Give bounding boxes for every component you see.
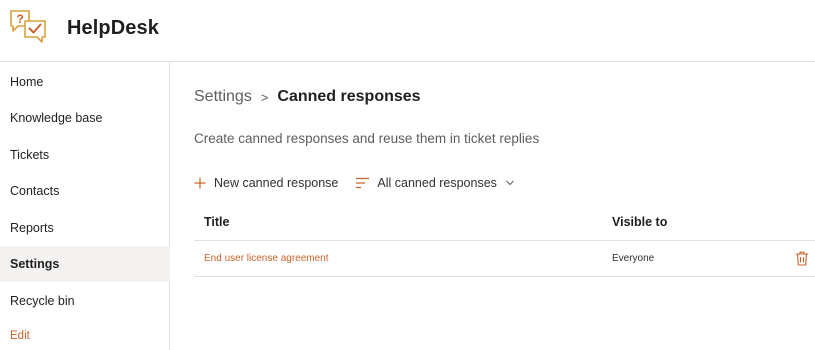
sidebar-item-contacts[interactable]: Contacts — [0, 173, 170, 209]
canned-responses-table: Title Visible to End user license agreem… — [194, 203, 815, 277]
main-content: Settings > Canned responses Create canne… — [171, 62, 815, 350]
canned-response-title-link[interactable]: End user license agreement — [204, 253, 329, 264]
edit-nav-link[interactable]: Edit — [10, 330, 30, 342]
sidebar-item-home[interactable]: Home — [0, 64, 170, 100]
sidebar-nav: Home Knowledge base Tickets Contacts Rep… — [0, 62, 170, 350]
chevron-down-icon — [506, 180, 514, 186]
page-description: Create canned responses and reuse them i… — [194, 131, 540, 146]
breadcrumb: Settings > Canned responses — [194, 88, 421, 106]
column-header-title[interactable]: Title — [204, 215, 229, 229]
app-title: HelpDesk — [67, 17, 159, 39]
breadcrumb-separator-icon: > — [260, 89, 269, 105]
trash-icon[interactable] — [795, 251, 809, 266]
command-bar: New canned response All canned responses — [194, 173, 515, 193]
view-selector-dropdown[interactable]: All canned responses — [356, 176, 515, 190]
plus-icon — [194, 177, 206, 189]
new-canned-response-label: New canned response — [214, 176, 339, 190]
page-title: Canned responses — [277, 88, 421, 105]
visible-to-cell: Everyone — [612, 253, 655, 264]
sidebar-item-reports[interactable]: Reports — [0, 210, 170, 246]
app-header: ? HelpDesk — [0, 0, 815, 62]
sidebar-item-settings[interactable]: Settings — [0, 246, 170, 282]
column-header-visible-to[interactable]: Visible to — [612, 215, 667, 229]
sidebar-item-knowledge-base[interactable]: Knowledge base — [0, 100, 170, 136]
svg-text:?: ? — [17, 12, 24, 26]
sidebar-item-recycle-bin[interactable]: Recycle bin — [0, 283, 170, 319]
view-selector-label: All canned responses — [377, 176, 497, 190]
table-row: End user license agreement Everyone — [194, 241, 815, 277]
helpdesk-logo-icon: ? — [10, 10, 46, 43]
filter-lines-icon — [356, 177, 370, 189]
table-header-row: Title Visible to — [194, 203, 815, 241]
breadcrumb-settings-link[interactable]: Settings — [194, 88, 252, 106]
sidebar-item-tickets[interactable]: Tickets — [0, 137, 170, 173]
new-canned-response-button[interactable]: New canned response — [194, 176, 338, 190]
